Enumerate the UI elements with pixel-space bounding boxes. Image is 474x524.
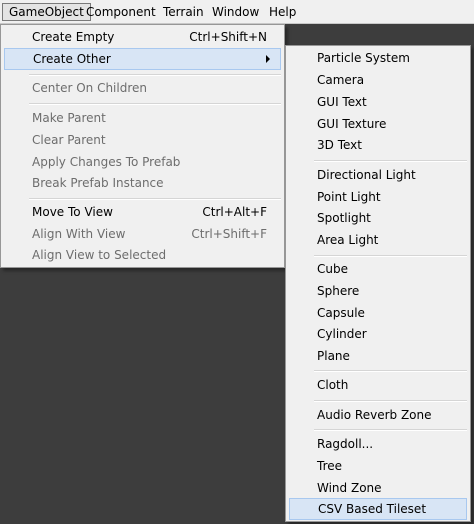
submenu-item-spotlight[interactable]: Spotlight: [289, 207, 467, 229]
menu-item-clear-parent[interactable]: Clear Parent: [4, 129, 281, 151]
menu-item-label: Ragdoll...: [317, 437, 374, 451]
menu-separator: [29, 198, 281, 200]
menu-item-label: Area Light: [317, 233, 379, 247]
menu-item-shortcut: Ctrl+Alt+F: [202, 205, 267, 219]
submenu-item-audio-reverb-zone[interactable]: Audio Reverb Zone: [289, 404, 467, 426]
menu-item-apply-changes-to-prefab[interactable]: Apply Changes To Prefab: [4, 151, 281, 173]
menu-separator: [29, 74, 281, 76]
menu-item-label: Align View to Selected: [32, 248, 167, 262]
submenu-item-sphere[interactable]: Sphere: [289, 280, 467, 302]
menu-item-label: GUI Texture: [317, 117, 387, 131]
submenu-item-area-light[interactable]: Area Light: [289, 229, 467, 251]
submenu-item-3d-text[interactable]: 3D Text: [289, 134, 467, 156]
menu-item-align-with-view[interactable]: Align With View Ctrl+Shift+F: [4, 223, 281, 245]
menu-item-center-on-children[interactable]: Center On Children: [4, 77, 281, 99]
menu-item-align-view-to-selected[interactable]: Align View to Selected: [4, 244, 281, 266]
menu-item-shortcut: Ctrl+Shift+N: [189, 30, 267, 44]
menu-item-move-to-view[interactable]: Move To View Ctrl+Alt+F: [4, 201, 281, 223]
menu-separator: [314, 160, 467, 162]
submenu-item-ragdoll[interactable]: Ragdoll...: [289, 433, 467, 455]
menu-item-label: Particle System: [317, 51, 410, 65]
menu-item-label: Sphere: [317, 284, 360, 298]
menu-item-label: Align With View: [32, 227, 126, 241]
menu-separator: [314, 429, 467, 431]
submenu-item-capsule[interactable]: Capsule: [289, 302, 467, 324]
menu-item-make-parent[interactable]: Make Parent: [4, 107, 281, 129]
menu-item-shortcut: Ctrl+Shift+F: [191, 227, 267, 241]
menu-item-label: Cloth: [317, 378, 349, 392]
gameobject-dropdown: Create Empty Ctrl+Shift+N Create Other C…: [0, 24, 285, 268]
menu-item-label: Spotlight: [317, 211, 371, 225]
menu-separator: [314, 400, 467, 402]
menu-item-label: Cylinder: [317, 327, 367, 341]
menu-bar: GameObject Component Terrain Window Help: [0, 0, 474, 24]
menu-item-label: CSV Based Tileset: [318, 502, 427, 516]
menu-gameobject[interactable]: GameObject: [2, 3, 91, 21]
menu-item-label: Create Other: [33, 52, 111, 66]
menu-item-label: Capsule: [317, 306, 365, 320]
submenu-item-csv-based-tileset[interactable]: CSV Based Tileset: [289, 498, 467, 520]
menu-separator: [314, 255, 467, 257]
menu-separator: [29, 103, 281, 105]
menu-item-label: Plane: [317, 349, 350, 363]
submenu-item-point-light[interactable]: Point Light: [289, 186, 467, 208]
menu-item-label: Tree: [317, 459, 343, 473]
menu-item-label: Audio Reverb Zone: [317, 408, 432, 422]
menu-component[interactable]: Component: [80, 3, 162, 21]
submenu-item-gui-text[interactable]: GUI Text: [289, 91, 467, 113]
submenu-item-wind-zone[interactable]: Wind Zone: [289, 477, 467, 499]
menu-item-label: GUI Text: [317, 95, 367, 109]
menu-item-label: Directional Light: [317, 168, 416, 182]
menu-item-label: Apply Changes To Prefab: [32, 155, 181, 169]
menu-item-label: Point Light: [317, 190, 381, 204]
menu-item-label: 3D Text: [317, 138, 362, 152]
menu-terrain[interactable]: Terrain: [157, 3, 210, 21]
menu-item-label: Make Parent: [32, 111, 106, 125]
submenu-arrow-icon: [266, 55, 270, 63]
submenu-item-plane[interactable]: Plane: [289, 345, 467, 367]
menu-item-label: Wind Zone: [317, 481, 382, 495]
menu-item-break-prefab-instance[interactable]: Break Prefab Instance: [4, 172, 281, 194]
submenu-item-particle-system[interactable]: Particle System: [289, 47, 467, 69]
submenu-item-cylinder[interactable]: Cylinder: [289, 323, 467, 345]
menu-item-label: Camera: [317, 73, 365, 87]
menu-item-label: Create Empty: [32, 30, 115, 44]
submenu-item-cube[interactable]: Cube: [289, 258, 467, 280]
menu-item-label: Break Prefab Instance: [32, 176, 164, 190]
menu-item-label: Cube: [317, 262, 348, 276]
menu-item-label: Center On Children: [32, 81, 147, 95]
submenu-item-gui-texture[interactable]: GUI Texture: [289, 113, 467, 135]
menu-item-label: Clear Parent: [32, 133, 106, 147]
submenu-item-directional-light[interactable]: Directional Light: [289, 164, 467, 186]
submenu-item-cloth[interactable]: Cloth: [289, 374, 467, 396]
menu-item-create-other[interactable]: Create Other: [4, 48, 281, 70]
menu-item-create-empty[interactable]: Create Empty Ctrl+Shift+N: [4, 26, 281, 48]
submenu-item-tree[interactable]: Tree: [289, 455, 467, 477]
menu-help[interactable]: Help: [263, 3, 302, 21]
menu-item-label: Move To View: [32, 205, 113, 219]
menu-window[interactable]: Window: [206, 3, 265, 21]
submenu-item-camera[interactable]: Camera: [289, 69, 467, 91]
menu-separator: [314, 370, 467, 372]
create-other-submenu: Particle System Camera GUI Text GUI Text…: [285, 45, 471, 522]
